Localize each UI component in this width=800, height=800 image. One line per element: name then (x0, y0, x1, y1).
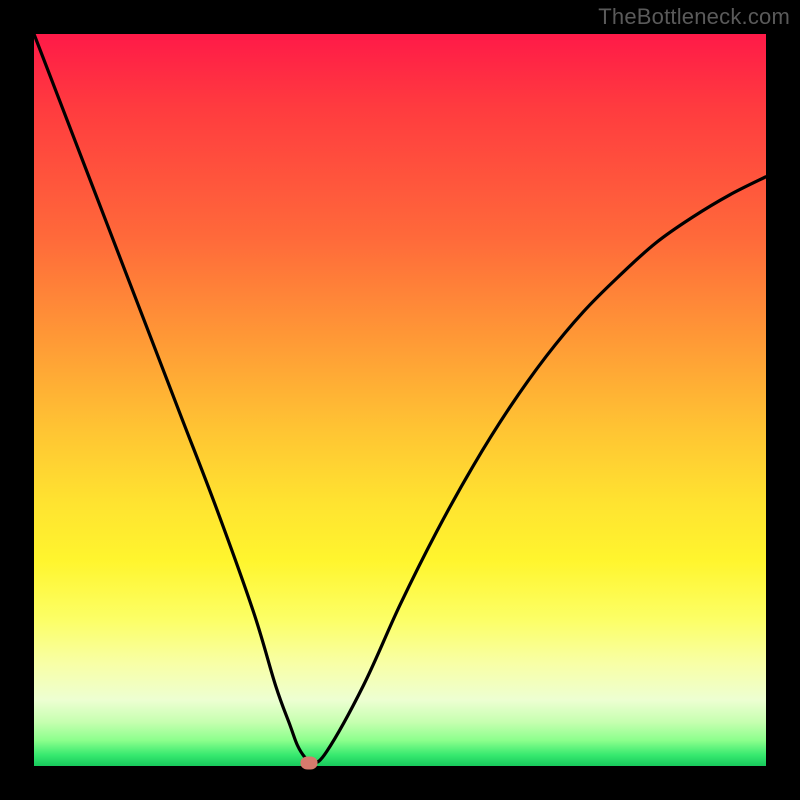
bottleneck-curve (34, 34, 766, 766)
watermark-text: TheBottleneck.com (598, 4, 790, 30)
optimum-marker (300, 757, 317, 770)
chart-frame: TheBottleneck.com (0, 0, 800, 800)
plot-area (34, 34, 766, 766)
